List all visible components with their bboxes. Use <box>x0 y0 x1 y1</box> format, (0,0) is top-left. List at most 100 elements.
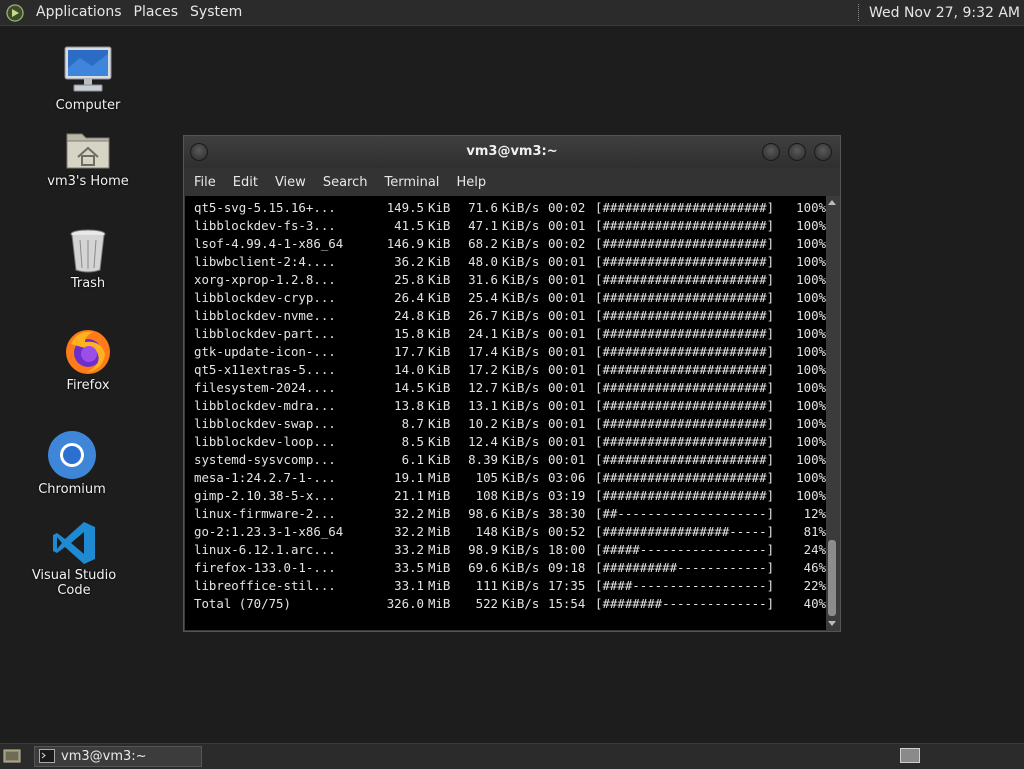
scroll-down-arrow-icon[interactable] <box>828 621 836 626</box>
terminal-cell-size: 24.8 <box>394 308 424 323</box>
terminal-cell-unit: MiB <box>428 578 451 593</box>
terminal-cell-unit: KiB <box>428 272 451 287</box>
terminal-cell-speed: 13.1 <box>468 398 498 413</box>
terminal-cell-name: systemd-sysvcomp... <box>194 452 336 467</box>
terminal-cell-pct: 100% <box>796 362 826 377</box>
terminal-cell-bar: [######################] <box>595 488 775 503</box>
system-menu[interactable]: System <box>190 0 242 25</box>
chromium-icon <box>48 431 96 479</box>
terminal-cell-speed: 47.1 <box>468 218 498 233</box>
terminal-scrollbar[interactable] <box>826 196 839 630</box>
terminal-cell-speed: 26.7 <box>468 308 498 323</box>
taskbar-button-terminal[interactable]: vm3@vm3:~ <box>34 746 202 767</box>
applications-menu[interactable]: Applications <box>36 0 122 25</box>
close-button[interactable] <box>814 143 832 161</box>
terminal-cell-speed-unit: KiB/s <box>502 326 540 341</box>
terminal-cell-time: 38:30 <box>548 506 586 521</box>
scrollbar-thumb[interactable] <box>828 540 836 616</box>
desktop-icon-firefox[interactable]: Firefox <box>28 326 148 393</box>
menu-view[interactable]: View <box>275 175 306 190</box>
terminal-cell-name: Total (70/75) <box>194 596 291 611</box>
terminal-cell-bar: [######################] <box>595 344 775 359</box>
terminal-cell-size: 6.1 <box>401 452 424 467</box>
menu-terminal[interactable]: Terminal <box>384 175 439 190</box>
terminal-cell-bar: [######################] <box>595 452 775 467</box>
applications-menu-icon[interactable] <box>6 3 24 22</box>
places-menu[interactable]: Places <box>134 0 179 25</box>
clock[interactable]: Wed Nov 27, 9:32 AM <box>869 5 1024 21</box>
terminal-cell-speed-unit: KiB/s <box>502 524 540 539</box>
menu-file[interactable]: File <box>194 175 216 190</box>
terminal-cell-speed-unit: KiB/s <box>502 272 540 287</box>
terminal-cell-bar: [######################] <box>595 362 775 377</box>
terminal-cell-speed: 71.6 <box>468 200 498 215</box>
terminal-cell-pct: 100% <box>796 218 826 233</box>
desktop-icon-chromium[interactable]: Chromium <box>12 430 132 497</box>
terminal-cell-speed-unit: KiB/s <box>502 560 540 575</box>
terminal-cell-speed-unit: KiB/s <box>502 362 540 377</box>
terminal-cell-bar: [#################-----] <box>595 524 775 539</box>
terminal-cell-unit: MiB <box>428 506 451 521</box>
terminal-cell-pct: 100% <box>796 434 826 449</box>
desktop-icon-computer[interactable]: Computer <box>28 44 148 113</box>
terminal-menubar: File Edit View Search Terminal Help <box>184 168 840 196</box>
desktop-icon-label: Computer <box>55 98 121 113</box>
scroll-up-arrow-icon[interactable] <box>828 200 836 205</box>
show-desktop-icon[interactable] <box>3 748 21 764</box>
terminal-cell-bar: [######################] <box>595 434 775 449</box>
terminal-cell-time: 03:19 <box>548 488 586 503</box>
minimize-button[interactable] <box>762 143 780 161</box>
terminal-cell-unit: MiB <box>428 524 451 539</box>
terminal-cell-size: 146.9 <box>386 236 424 251</box>
terminal-cell-size: 21.1 <box>394 488 424 503</box>
terminal-cell-size: 41.5 <box>394 218 424 233</box>
terminal-cell-size: 14.0 <box>394 362 424 377</box>
window-menu-button[interactable] <box>190 143 208 161</box>
terminal-output[interactable]: qt5-svg-5.15.16+... 149.5 KiB 71.6 KiB/s 00:0… <box>185 196 827 630</box>
terminal-cell-speed: 10.2 <box>468 416 498 431</box>
terminal-cell-name: xorg-xprop-1.2.8... <box>194 272 336 287</box>
workspace-switcher[interactable] <box>900 748 920 763</box>
terminal-cell-speed-unit: KiB/s <box>502 542 540 557</box>
terminal-cell-unit: MiB <box>428 560 451 575</box>
window-titlebar[interactable]: vm3@vm3:~ <box>184 136 840 168</box>
desktop-icon-label: Trash <box>70 276 106 291</box>
terminal-cell-time: 03:06 <box>548 470 586 485</box>
terminal-cell-size: 149.5 <box>386 200 424 215</box>
terminal-cell-pct: 100% <box>796 488 826 503</box>
terminal-cell-speed-unit: KiB/s <box>502 596 540 611</box>
terminal-cell-time: 00:01 <box>548 290 586 305</box>
terminal-cell-name: mesa-1:24.2.7-1-... <box>194 470 336 485</box>
desktop-icon-vscode[interactable]: Visual Studio Code <box>14 520 134 598</box>
terminal-cell-pct: 40% <box>803 596 826 611</box>
terminal-cell-bar: [######################] <box>595 218 775 233</box>
desktop-icon-trash[interactable]: Trash <box>28 228 148 291</box>
terminal-cell-speed-unit: KiB/s <box>502 254 540 269</box>
terminal-icon <box>39 749 55 763</box>
terminal-cell-bar: [######################] <box>595 326 775 341</box>
terminal-window[interactable]: vm3@vm3:~ File Edit View Search Terminal… <box>183 135 841 632</box>
menu-help[interactable]: Help <box>456 175 486 190</box>
terminal-cell-name: libwbclient-2:4.... <box>194 254 336 269</box>
terminal-cell-speed: 12.7 <box>468 380 498 395</box>
terminal-cell-bar: [##########------------] <box>595 560 775 575</box>
terminal-cell-name: gimp-2.10.38-5-x... <box>194 488 336 503</box>
terminal-cell-bar: [#####-----------------] <box>595 542 775 557</box>
terminal-cell-unit: KiB <box>428 308 451 323</box>
menu-edit[interactable]: Edit <box>233 175 258 190</box>
terminal-cell-unit: KiB <box>428 254 451 269</box>
vscode-icon <box>53 522 95 564</box>
maximize-button[interactable] <box>788 143 806 161</box>
terminal-cell-speed: 25.4 <box>468 290 498 305</box>
terminal-cell-name: libblockdev-loop... <box>194 434 336 449</box>
terminal-cell-pct: 100% <box>796 200 826 215</box>
terminal-cell-bar: [####------------------] <box>595 578 775 593</box>
terminal-cell-pct: 100% <box>796 290 826 305</box>
terminal-cell-time: 17:35 <box>548 578 586 593</box>
terminal-cell-speed-unit: KiB/s <box>502 218 540 233</box>
terminal-cell-size: 8.5 <box>401 434 424 449</box>
terminal-cell-pct: 100% <box>796 416 826 431</box>
menu-search[interactable]: Search <box>323 175 368 190</box>
terminal-cell-name: lsof-4.99.4-1-x86_64 <box>194 236 344 251</box>
desktop-icon-home[interactable]: vm3's Home <box>28 126 148 189</box>
